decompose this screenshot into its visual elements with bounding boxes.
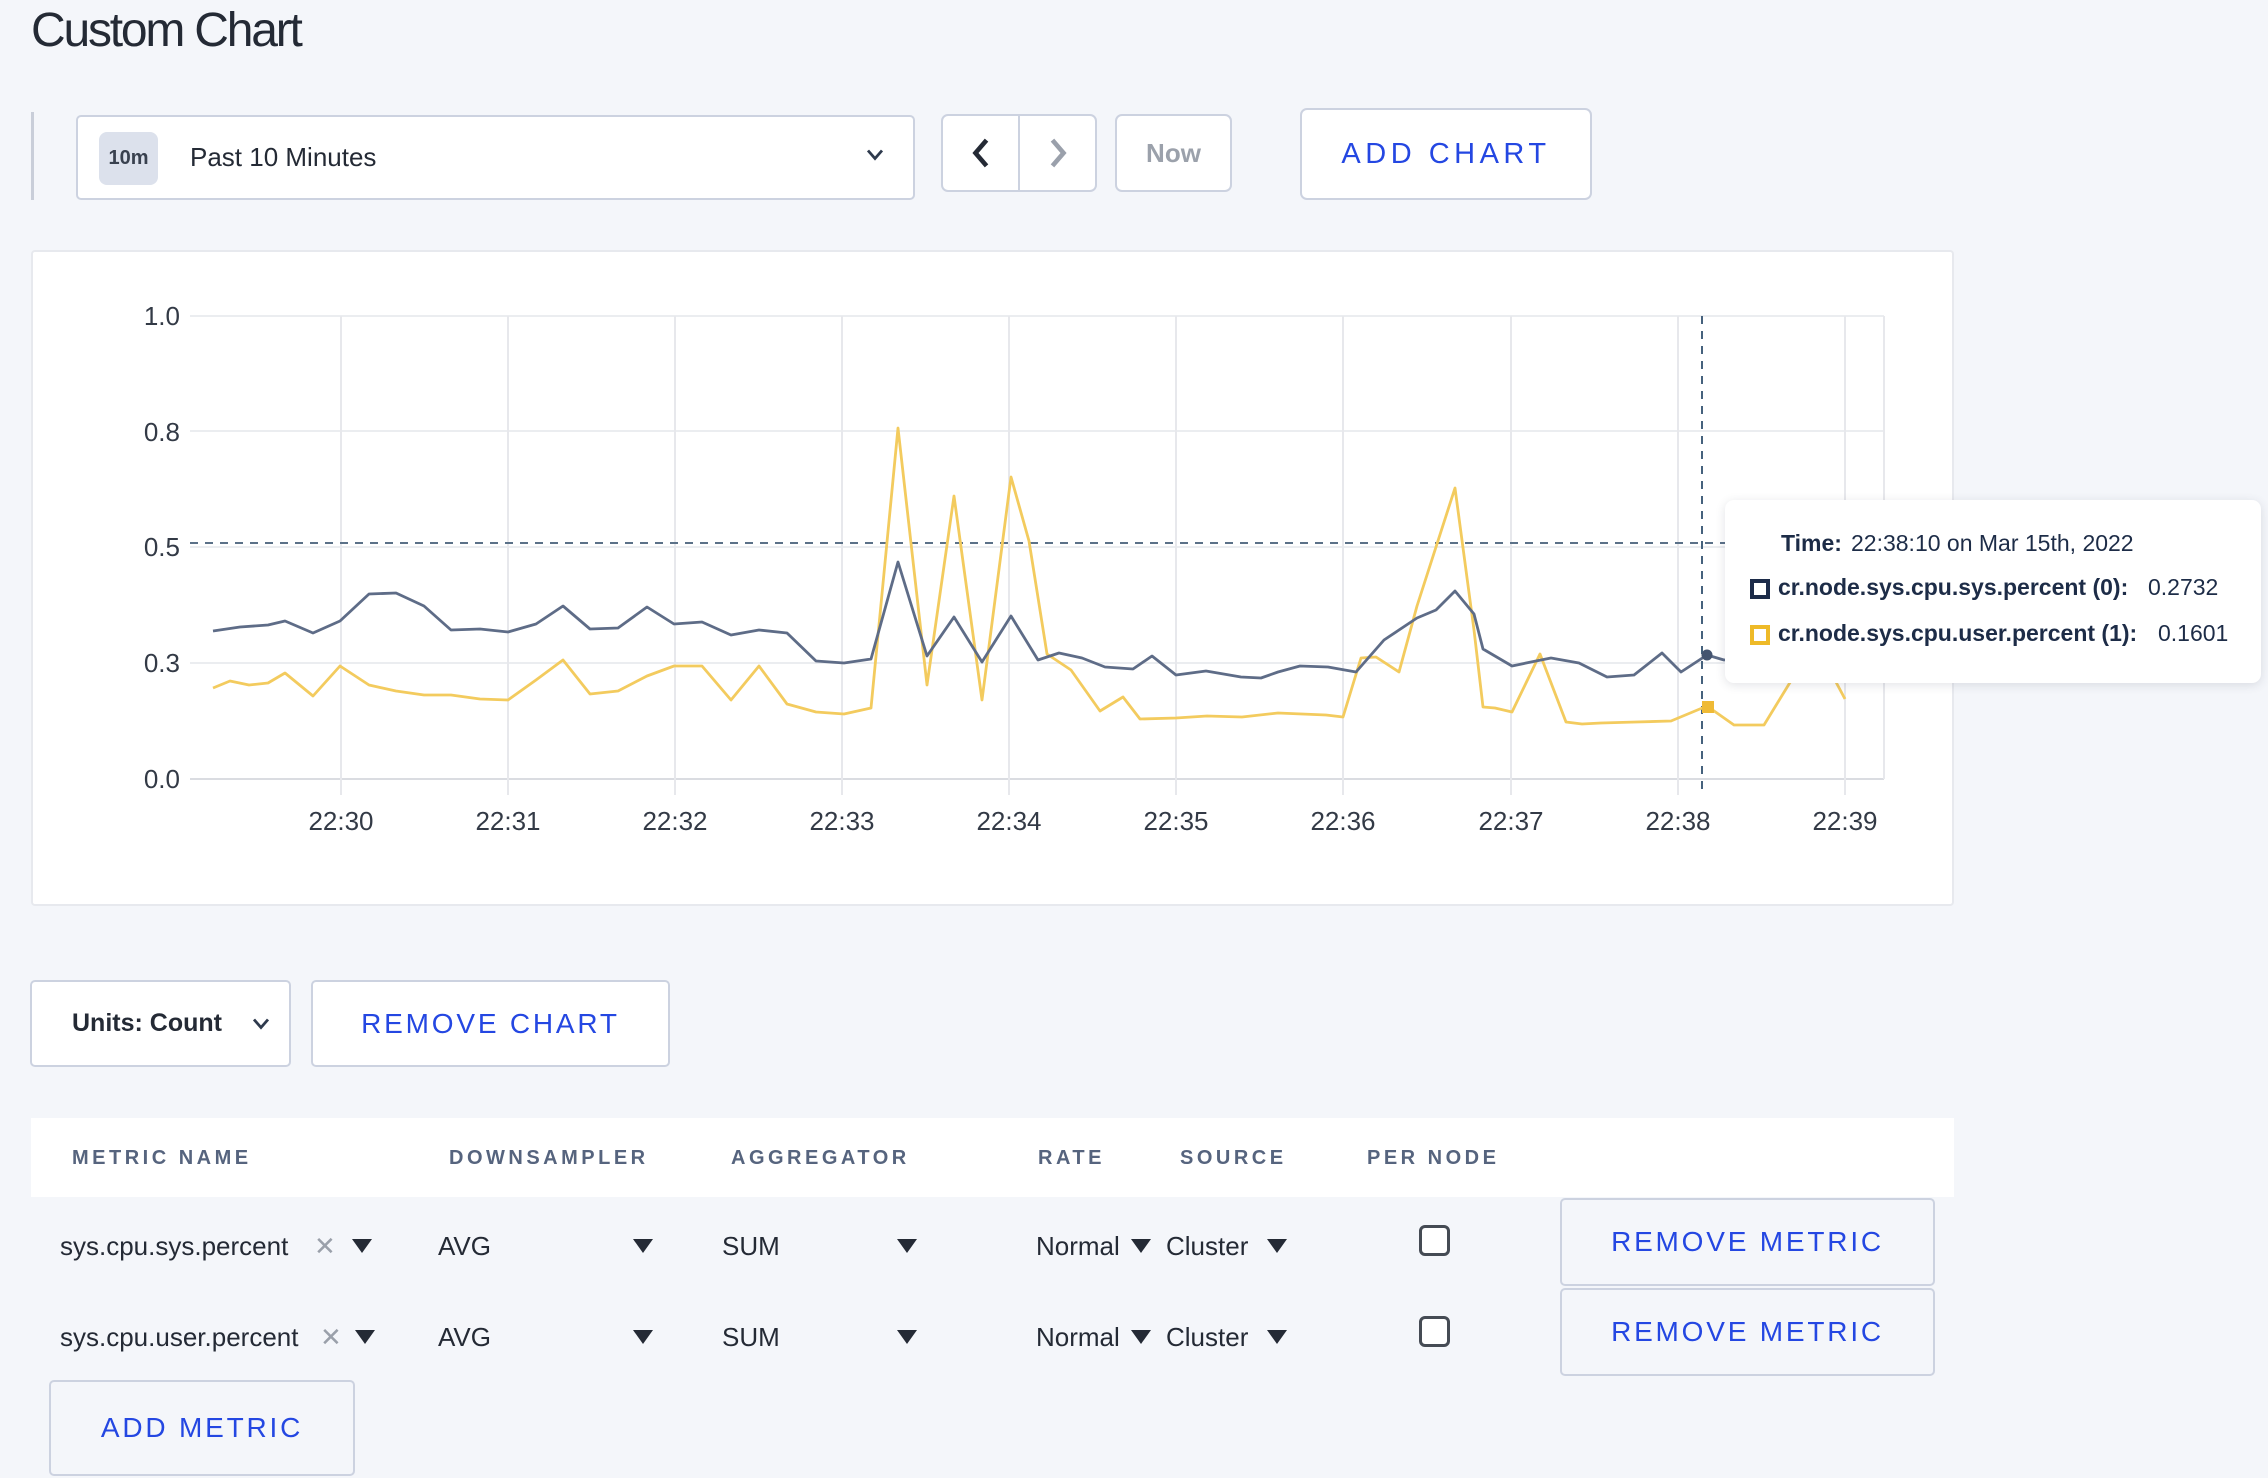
svg-text:1.0: 1.0 xyxy=(144,301,180,331)
svg-text:22:30: 22:30 xyxy=(308,806,373,836)
svg-text:0.5: 0.5 xyxy=(144,532,180,562)
svg-text:22:36: 22:36 xyxy=(1310,806,1375,836)
svg-text:22:34: 22:34 xyxy=(976,806,1041,836)
svg-text:22:37: 22:37 xyxy=(1478,806,1543,836)
svg-text:22:39: 22:39 xyxy=(1812,806,1877,836)
svg-text:22:33: 22:33 xyxy=(809,806,874,836)
svg-text:0.0: 0.0 xyxy=(144,764,180,794)
svg-text:22:31: 22:31 xyxy=(475,806,540,836)
svg-text:22:32: 22:32 xyxy=(642,806,707,836)
svg-text:22:35: 22:35 xyxy=(1143,806,1208,836)
svg-text:22:38: 22:38 xyxy=(1645,806,1710,836)
svg-text:0.8: 0.8 xyxy=(144,417,180,447)
svg-text:0.3: 0.3 xyxy=(144,648,180,678)
